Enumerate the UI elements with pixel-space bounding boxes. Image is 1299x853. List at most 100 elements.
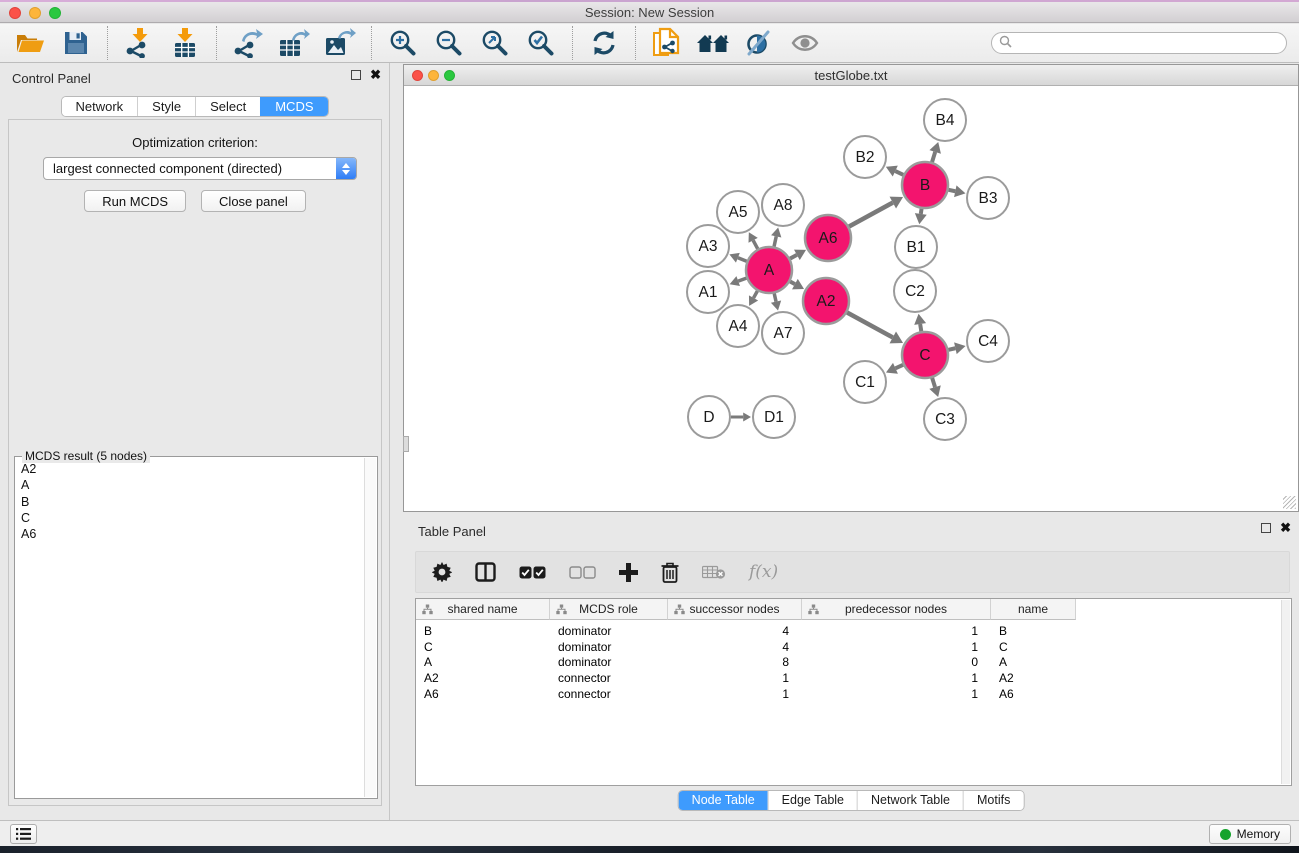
tab-network-table[interactable]: Network Table (857, 791, 963, 810)
splitter-handle[interactable] (403, 436, 409, 452)
column-header-mcds-role[interactable]: MCDS role (550, 599, 668, 620)
table-cell[interactable]: 4 (668, 624, 802, 638)
search-input[interactable] (1016, 36, 1279, 50)
table-cell[interactable]: 1 (802, 687, 991, 701)
table-scrollbar[interactable] (1281, 600, 1290, 784)
table-cell[interactable]: A (991, 655, 1076, 669)
tab-select[interactable]: Select (195, 97, 260, 116)
import-table-icon[interactable] (167, 27, 203, 59)
column-header-name[interactable]: name (991, 599, 1076, 620)
table-cell[interactable]: 1 (802, 640, 991, 654)
table-cell[interactable]: 1 (668, 687, 802, 701)
table-row[interactable]: Bdominator41B (416, 623, 1291, 639)
criterion-dropdown[interactable]: largest connected component (directed) (43, 157, 357, 180)
edge-B-B2[interactable] (895, 171, 903, 175)
table-cell[interactable]: 8 (668, 655, 802, 669)
column-header-shared-name[interactable]: shared name (416, 599, 550, 620)
export-network-icon[interactable] (230, 27, 266, 59)
edge-C-C3[interactable] (932, 378, 935, 387)
close-panel-button[interactable]: Close panel (201, 190, 306, 212)
result-scrollbar[interactable] (364, 458, 376, 797)
refresh-icon[interactable] (586, 27, 622, 59)
mcds-result-item[interactable]: B (16, 494, 363, 510)
run-mcds-button[interactable]: Run MCDS (84, 190, 186, 212)
table-cell[interactable]: 4 (668, 640, 802, 654)
tab-motifs[interactable]: Motifs (963, 791, 1023, 810)
export-image-icon[interactable] (322, 27, 358, 59)
table-cell[interactable]: A2 (416, 671, 550, 685)
table-cell[interactable]: C (991, 640, 1076, 654)
window-resize-grip[interactable] (1283, 496, 1296, 509)
table-row[interactable]: Cdominator41C (416, 639, 1291, 655)
task-history-button[interactable] (10, 824, 37, 844)
edge-A-A5[interactable] (753, 240, 758, 249)
edge-A-A7[interactable] (774, 293, 776, 301)
deselect-all-checkboxes-icon[interactable] (569, 566, 596, 579)
table-cell[interactable]: A2 (991, 671, 1076, 685)
function-builder-icon[interactable]: f(x) (749, 562, 778, 582)
search-field[interactable] (991, 32, 1287, 54)
edge-A-A4[interactable] (754, 291, 758, 298)
table-cell[interactable]: B (416, 624, 550, 638)
zoom-selected-icon[interactable] (523, 27, 559, 59)
split-columns-icon[interactable] (475, 562, 496, 582)
zoom-fit-icon[interactable] (477, 27, 513, 59)
edge-B-B3[interactable] (949, 190, 956, 191)
table-cell[interactable]: 1 (802, 624, 991, 638)
table-row[interactable]: Adominator80A (416, 654, 1291, 670)
mcds-result-item[interactable]: A2 (16, 461, 363, 477)
table-cell[interactable]: 0 (802, 655, 991, 669)
open-file-icon[interactable] (12, 27, 48, 59)
table-row[interactable]: A2connector11A2 (416, 670, 1291, 686)
destroy-table-icon[interactable] (702, 564, 726, 580)
tab-mcds[interactable]: MCDS (260, 97, 327, 116)
save-session-icon[interactable] (58, 27, 94, 59)
edge-A-A8[interactable] (774, 236, 776, 246)
add-column-icon[interactable] (619, 563, 638, 582)
tab-edge-table[interactable]: Edge Table (768, 791, 857, 810)
edge-C-C2[interactable] (920, 324, 921, 331)
table-cell[interactable]: 1 (802, 671, 991, 685)
export-table-icon[interactable] (276, 27, 312, 59)
float-panel-icon[interactable] (351, 70, 361, 80)
tab-node-table[interactable]: Node Table (679, 791, 768, 810)
hide-glasses-icon[interactable] (741, 27, 777, 59)
delete-column-trash-icon[interactable] (661, 562, 679, 583)
table-float-panel-icon[interactable] (1261, 523, 1271, 533)
column-header-successor-nodes[interactable]: successor nodes (668, 599, 802, 620)
settings-gear-icon[interactable] (432, 562, 452, 582)
edge-A-A1[interactable] (738, 278, 746, 281)
table-cell[interactable]: C (416, 640, 550, 654)
mcds-result-item[interactable]: A6 (16, 526, 363, 542)
edge-B-B1[interactable] (921, 209, 922, 214)
mcds-result-item[interactable]: A (16, 477, 363, 493)
home-icon[interactable] (695, 27, 731, 59)
column-header-predecessor-nodes[interactable]: predecessor nodes (802, 599, 991, 620)
table-row[interactable]: A6connector11A6 (416, 686, 1291, 702)
network-file-icon[interactable] (649, 27, 685, 59)
table-cell[interactable]: dominator (550, 655, 668, 669)
select-all-checkboxes-icon[interactable] (519, 566, 546, 579)
edge-A-A6[interactable] (790, 255, 797, 259)
network-canvas[interactable]: B4B2BB3A8A5A6A3B1AC2A1A2A4A7C4CC1DD1C3 (404, 87, 1298, 511)
edge-C-C4[interactable] (948, 348, 955, 350)
table-cell[interactable]: connector (550, 687, 668, 701)
edge-A-A3[interactable] (738, 258, 747, 261)
table-cell[interactable]: A6 (416, 687, 550, 701)
network-graph[interactable]: B4B2BB3A8A5A6A3B1AC2A1A2A4A7C4CC1DD1C3 (404, 87, 1298, 512)
table-cell[interactable]: dominator (550, 624, 668, 638)
close-panel-icon[interactable]: ✖ (370, 70, 381, 80)
zoom-out-icon[interactable] (431, 27, 467, 59)
memory-button[interactable]: Memory (1209, 824, 1291, 844)
zoom-in-icon[interactable] (385, 27, 421, 59)
table-close-panel-icon[interactable]: ✖ (1280, 523, 1291, 533)
table-cell[interactable]: 1 (668, 671, 802, 685)
table-cell[interactable]: A (416, 655, 550, 669)
tab-style[interactable]: Style (137, 97, 195, 116)
edge-A2-C[interactable] (847, 312, 893, 337)
edge-A-A2[interactable] (790, 281, 795, 284)
mcds-result-item[interactable]: C (16, 510, 363, 526)
edge-A6-B[interactable] (849, 203, 893, 227)
tab-network[interactable]: Network (61, 97, 137, 116)
table-cell[interactable]: connector (550, 671, 668, 685)
